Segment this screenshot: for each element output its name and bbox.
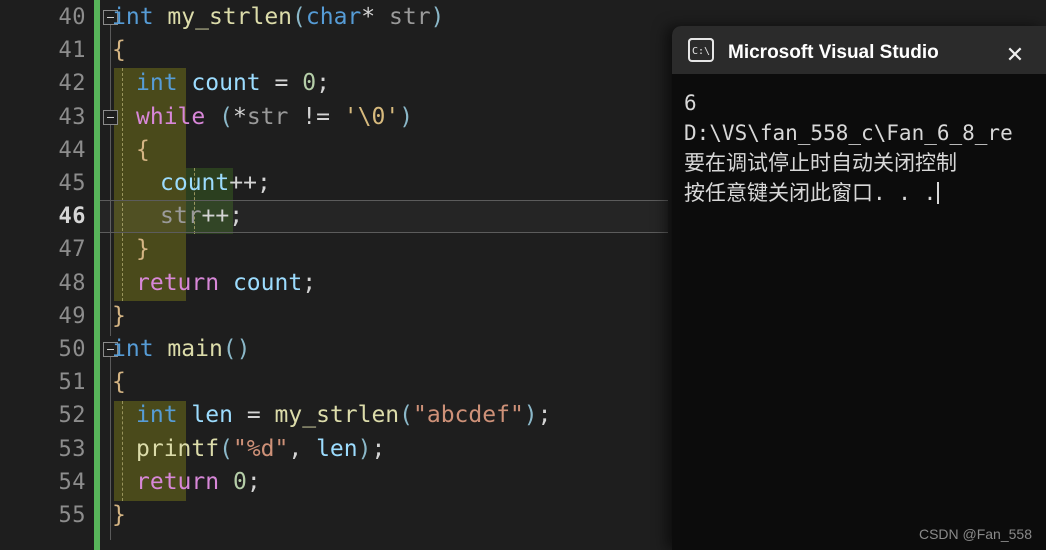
csdn-watermark: CSDN @Fan_558 [918, 526, 1032, 542]
console-output: 6 D:\VS\fan_558_c\Fan_6_8_re 要在调试停止时自动关闭控制… [672, 74, 1046, 208]
console-cursor [937, 182, 940, 204]
code-text: { [136, 136, 150, 163]
code-text: while (*str != '\0') [136, 103, 414, 130]
line-number-50: 50 [58, 337, 86, 363]
line-number-42: 42 [58, 71, 86, 97]
code-text: printf("%d", len); [136, 435, 386, 462]
code-text: count++; [160, 170, 271, 197]
console-window-title: Microsoft Visual Studio 调试控 [728, 41, 938, 63]
line-number-51: 51 [58, 370, 86, 396]
line-number-43: 43 [58, 104, 86, 130]
code-text: int len = my_strlen("abcdef"); [136, 402, 552, 429]
line-number-48: 48 [58, 270, 86, 296]
code-text: return count; [136, 269, 317, 296]
code-text: } [112, 302, 126, 329]
line-number-52: 52 [58, 403, 86, 429]
code-text: { [112, 37, 126, 64]
cmd-prompt-icon: C:\ [688, 38, 714, 62]
code-text: } [136, 236, 150, 263]
line-number-45: 45 [58, 171, 86, 197]
code-text: str++; [160, 203, 244, 230]
code-text: int my_strlen(char* str) [112, 4, 445, 31]
line-number-49: 49 [58, 303, 86, 329]
screenshot-root: 40 int my_strlen(char* str) 41 {42 int count… [0, 0, 1046, 550]
line-number-55: 55 [58, 503, 86, 529]
code-text: return 0; [136, 468, 261, 495]
code-text: } [112, 502, 126, 529]
console-line-3: 要在调试停止时自动关闭控制 [684, 151, 957, 175]
line-number-40: 40 [58, 5, 86, 31]
code-text: int count = 0; [136, 70, 330, 97]
line-number-53: 53 [58, 436, 86, 462]
close-icon[interactable]: ✕ [998, 40, 1032, 70]
console-line-2: D:\VS\fan_558_c\Fan_6_8_re [684, 121, 1013, 145]
debug-console-window[interactable]: C:\ Microsoft Visual Studio 调试控 ✕ 6 D:\VS… [672, 26, 1046, 550]
line-number-47: 47 [58, 237, 86, 263]
code-text: { [112, 369, 126, 396]
console-line-1: 6 [684, 91, 697, 115]
line-number-44: 44 [58, 137, 86, 163]
fold-collapse-icon[interactable] [103, 109, 118, 125]
line-number-46: 46 [58, 204, 86, 230]
console-line-4: 按任意键关闭此窗口. . . [684, 178, 1046, 208]
code-text: int main() [112, 336, 251, 363]
line-number-41: 41 [58, 38, 86, 64]
console-title-bar[interactable]: C:\ Microsoft Visual Studio 调试控 ✕ [672, 26, 1046, 74]
line-number-54: 54 [58, 469, 86, 495]
